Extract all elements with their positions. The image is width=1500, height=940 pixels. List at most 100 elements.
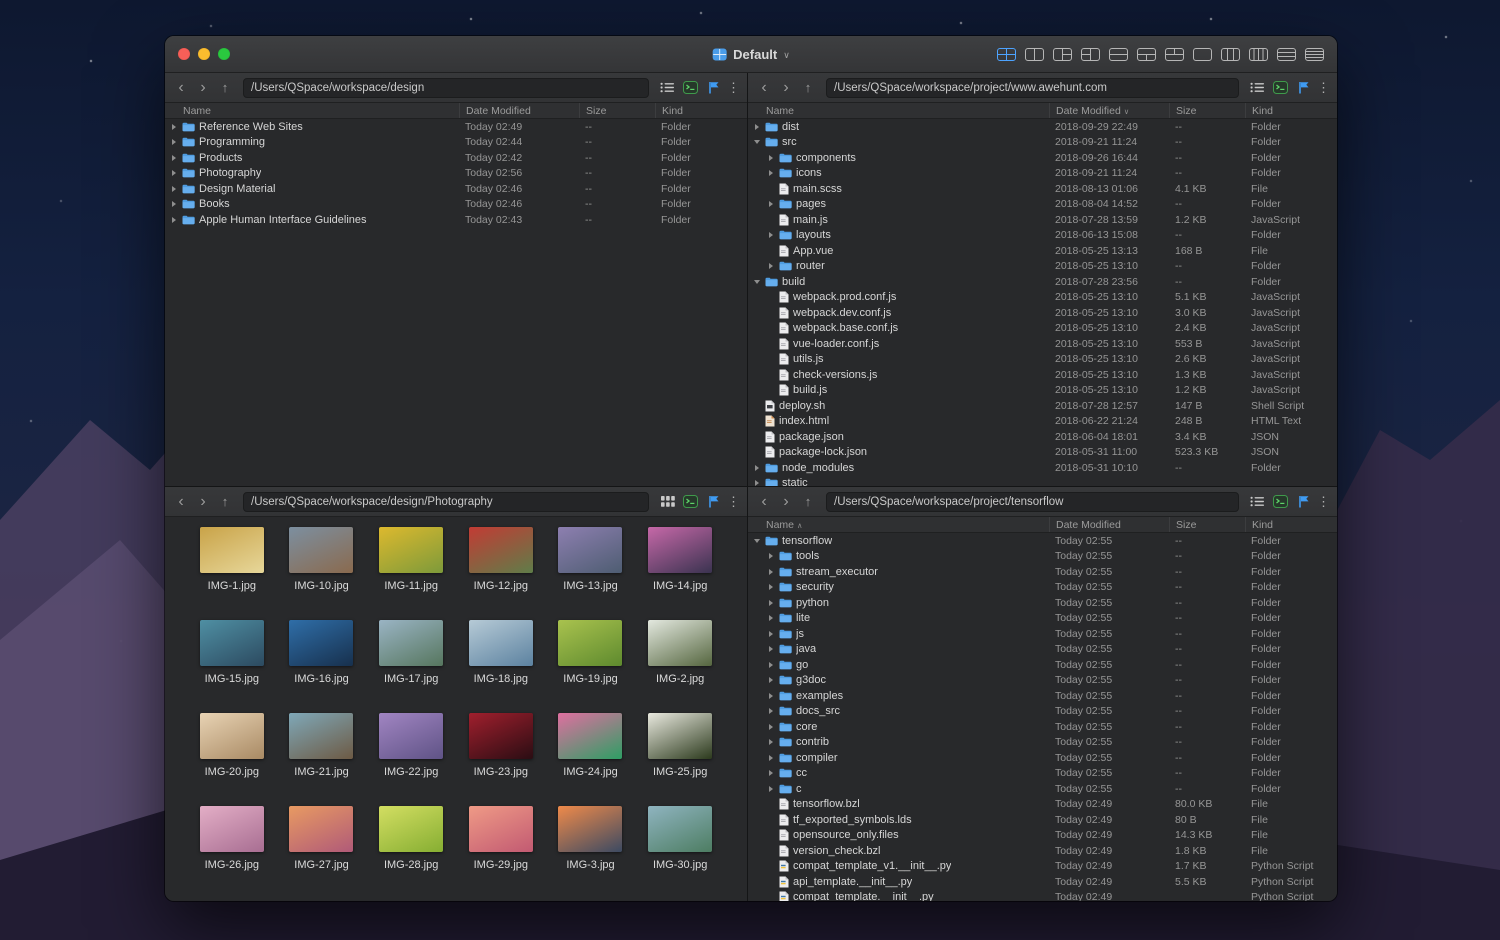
disclosure-triangle[interactable] bbox=[769, 646, 773, 653]
file-row[interactable]: pages 2018-08-04 14:52 -- Folder bbox=[748, 197, 1337, 213]
disclosure-triangle[interactable] bbox=[769, 201, 773, 208]
file-row[interactable]: security Today 02:55 -- Folder bbox=[748, 580, 1337, 596]
file-row[interactable]: go Today 02:55 -- Folder bbox=[748, 657, 1337, 673]
file-row[interactable]: js Today 02:55 -- Folder bbox=[748, 626, 1337, 642]
disclosure-triangle[interactable] bbox=[769, 754, 773, 761]
column-header-kind[interactable]: Kind bbox=[1245, 103, 1337, 118]
disclosure-triangle[interactable] bbox=[754, 538, 760, 543]
photo-item[interactable]: IMG-28.jpg bbox=[366, 806, 456, 899]
file-row[interactable]: App.vue 2018-05-25 13:13 168 B File bbox=[748, 243, 1337, 259]
up-button[interactable]: ↑ bbox=[216, 81, 234, 94]
photo-item[interactable]: IMG-13.jpg bbox=[546, 527, 636, 620]
file-row[interactable]: Programming Today 02:44 -- Folder bbox=[165, 135, 747, 151]
back-button[interactable]: ‹ bbox=[172, 79, 190, 96]
photo-item[interactable]: IMG-12.jpg bbox=[456, 527, 546, 620]
file-row[interactable]: python Today 02:55 -- Folder bbox=[748, 595, 1337, 611]
disclosure-triangle[interactable] bbox=[769, 584, 773, 591]
file-row[interactable]: main.js 2018-07-28 13:59 1.2 KB JavaScript bbox=[748, 212, 1337, 228]
column-header-name[interactable]: Name bbox=[165, 103, 459, 118]
layout-cols2-icon[interactable] bbox=[1025, 47, 1044, 61]
back-button[interactable]: ‹ bbox=[755, 79, 773, 96]
disclosure-triangle[interactable] bbox=[769, 568, 773, 575]
back-button[interactable]: ‹ bbox=[172, 493, 190, 510]
minimize-button[interactable] bbox=[198, 48, 210, 60]
file-row[interactable]: lite Today 02:55 -- Folder bbox=[748, 611, 1337, 627]
file-row[interactable]: java Today 02:55 -- Folder bbox=[748, 642, 1337, 658]
terminal-icon[interactable] bbox=[1271, 80, 1290, 96]
disclosure-triangle[interactable] bbox=[769, 661, 773, 668]
column-header-name[interactable]: Name ∧ bbox=[748, 517, 1049, 532]
file-row[interactable]: tensorflow.bzl Today 02:49 80.0 KB File bbox=[748, 797, 1337, 813]
file-row[interactable]: webpack.dev.conf.js 2018-05-25 13:10 3.0 K… bbox=[748, 305, 1337, 321]
file-row[interactable]: webpack.base.conf.js 2018-05-25 13:10 2.4 … bbox=[748, 321, 1337, 337]
file-row[interactable]: compiler Today 02:55 -- Folder bbox=[748, 750, 1337, 766]
disclosure-triangle[interactable] bbox=[172, 185, 176, 192]
photo-item[interactable]: IMG-15.jpg bbox=[187, 620, 277, 713]
file-row[interactable]: main.scss 2018-08-13 01:06 4.1 KB File bbox=[748, 181, 1337, 197]
more-icon[interactable]: ⋮ bbox=[1317, 80, 1330, 96]
file-row[interactable]: version_check.bzl Today 02:49 1.8 KB File bbox=[748, 843, 1337, 859]
file-row[interactable]: icons 2018-09-21 11:24 -- Folder bbox=[748, 166, 1337, 182]
grid-view-icon[interactable] bbox=[658, 494, 677, 510]
file-row[interactable]: tools Today 02:55 -- Folder bbox=[748, 549, 1337, 565]
file-row[interactable]: package.json 2018-06-04 18:01 3.4 KB JSON bbox=[748, 429, 1337, 445]
column-header-size[interactable]: Size bbox=[579, 103, 655, 118]
column-header-date[interactable]: Date Modified bbox=[1049, 517, 1169, 532]
file-row[interactable]: check-versions.js 2018-05-25 13:10 1.3 KB J… bbox=[748, 367, 1337, 383]
disclosure-triangle[interactable] bbox=[769, 553, 773, 560]
flag-icon[interactable] bbox=[1294, 80, 1313, 96]
file-row[interactable]: static bbox=[748, 476, 1337, 486]
back-button[interactable]: ‹ bbox=[755, 493, 773, 510]
file-row[interactable]: core Today 02:55 -- Folder bbox=[748, 719, 1337, 735]
column-header-date[interactable]: Date Modified ∨ bbox=[1049, 103, 1169, 118]
photo-item[interactable]: IMG-18.jpg bbox=[456, 620, 546, 713]
disclosure-triangle[interactable] bbox=[769, 723, 773, 730]
file-row[interactable]: compat_template_v1.__init__.py Today 02:4… bbox=[748, 859, 1337, 875]
file-row[interactable]: node_modules 2018-05-31 10:10 -- Folder bbox=[748, 460, 1337, 476]
workspace-selector[interactable]: Default ∨ bbox=[712, 36, 790, 72]
disclosure-triangle[interactable] bbox=[172, 201, 176, 208]
path-field[interactable]: /Users/QSpace/workspace/project/www.aweh… bbox=[826, 77, 1239, 98]
layout-bsplit-icon[interactable] bbox=[1137, 47, 1156, 61]
layout-tsplit-icon[interactable] bbox=[1165, 47, 1184, 61]
terminal-icon[interactable] bbox=[681, 80, 700, 96]
file-row[interactable]: Books Today 02:46 -- Folder bbox=[165, 197, 747, 213]
path-field[interactable]: /Users/QSpace/workspace/project/tensorfl… bbox=[826, 491, 1239, 512]
file-row[interactable]: compat_template.__init__.py Today 02:49 Py… bbox=[748, 890, 1337, 901]
photo-item[interactable]: IMG-27.jpg bbox=[277, 806, 367, 899]
disclosure-triangle[interactable] bbox=[172, 170, 176, 177]
disclosure-triangle[interactable] bbox=[769, 708, 773, 715]
zoom-button[interactable] bbox=[218, 48, 230, 60]
file-row[interactable]: vue-loader.conf.js 2018-05-25 13:10 553 B J… bbox=[748, 336, 1337, 352]
column-header-size[interactable]: Size bbox=[1169, 103, 1245, 118]
file-row[interactable]: utils.js 2018-05-25 13:10 2.6 KB JavaScript bbox=[748, 352, 1337, 368]
disclosure-triangle[interactable] bbox=[769, 263, 773, 270]
file-row[interactable]: Apple Human Interface Guidelines Today 02… bbox=[165, 212, 747, 228]
disclosure-triangle[interactable] bbox=[754, 140, 760, 145]
file-row[interactable]: webpack.prod.conf.js 2018-05-25 13:10 5.1 … bbox=[748, 290, 1337, 306]
disclosure-triangle[interactable] bbox=[769, 630, 773, 637]
file-row[interactable]: src 2018-09-21 11:24 -- Folder bbox=[748, 135, 1337, 151]
forward-button[interactable]: › bbox=[194, 79, 212, 96]
column-header-name[interactable]: Name bbox=[748, 103, 1049, 118]
close-button[interactable] bbox=[178, 48, 190, 60]
file-row[interactable]: docs_src Today 02:55 -- Folder bbox=[748, 704, 1337, 720]
disclosure-triangle[interactable] bbox=[769, 692, 773, 699]
file-row[interactable]: stream_executor Today 02:55 -- Folder bbox=[748, 564, 1337, 580]
file-row[interactable]: examples Today 02:55 -- Folder bbox=[748, 688, 1337, 704]
file-row[interactable]: contrib Today 02:55 -- Folder bbox=[748, 735, 1337, 751]
disclosure-triangle[interactable] bbox=[769, 770, 773, 777]
disclosure-triangle[interactable] bbox=[769, 677, 773, 684]
file-row[interactable]: Products Today 02:42 -- Folder bbox=[165, 150, 747, 166]
path-field[interactable]: /Users/QSpace/workspace/design/Photograp… bbox=[243, 491, 649, 512]
photo-item[interactable]: IMG-14.jpg bbox=[635, 527, 725, 620]
photo-item[interactable]: IMG-19.jpg bbox=[546, 620, 636, 713]
column-header-kind[interactable]: Kind bbox=[1245, 517, 1337, 532]
photo-item[interactable]: IMG-23.jpg bbox=[456, 713, 546, 806]
path-field[interactable]: /Users/QSpace/workspace/design bbox=[243, 77, 649, 98]
photo-item[interactable]: IMG-29.jpg bbox=[456, 806, 546, 899]
flag-icon[interactable] bbox=[704, 80, 723, 96]
list-view-icon[interactable] bbox=[658, 80, 677, 96]
disclosure-triangle[interactable] bbox=[754, 279, 760, 284]
disclosure-triangle[interactable] bbox=[172, 216, 176, 223]
